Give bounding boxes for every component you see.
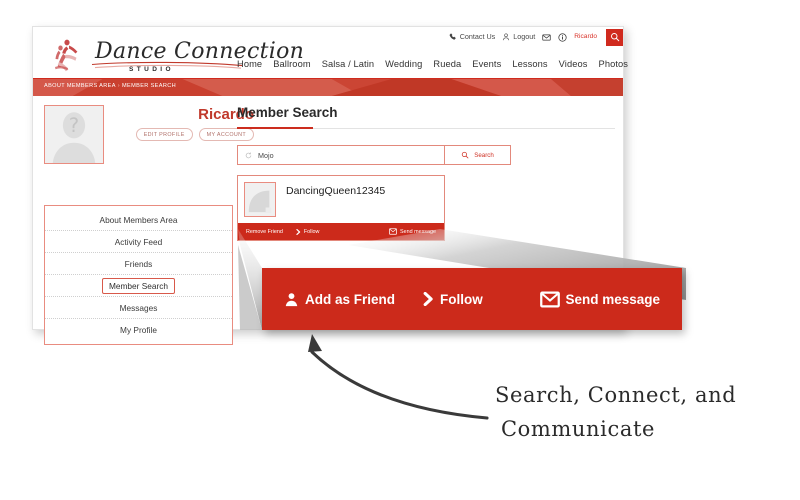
search-input[interactable]: Mojo bbox=[238, 146, 444, 164]
logout-label: Logout bbox=[513, 32, 536, 42]
phone-icon bbox=[449, 33, 457, 41]
edit-profile-button[interactable]: EDIT PROFILE bbox=[135, 128, 193, 141]
send-message-label-large: Send message bbox=[565, 291, 660, 307]
user-add-icon bbox=[284, 292, 299, 307]
remove-friend-label: Remove Friend bbox=[246, 228, 283, 235]
member-result-card: DancingQueen12345 Remove Friend Follow S… bbox=[237, 175, 445, 241]
user-icon bbox=[502, 33, 510, 41]
sidebar-item-about-members-area[interactable]: About Members Area bbox=[45, 209, 232, 231]
breadcrumb-band: ABOUT MEMBERS AREA › MEMBER SEARCH bbox=[33, 79, 623, 96]
add-as-friend-label: Add as Friend bbox=[305, 291, 396, 307]
current-user-link[interactable]: Ricardo bbox=[574, 32, 597, 41]
members-area-menu: About Members Area Activity Feed Friends… bbox=[44, 205, 233, 345]
messages-icon-link[interactable] bbox=[542, 33, 551, 42]
search-icon bbox=[610, 32, 620, 42]
user-placeholder-icon: ? bbox=[45, 106, 103, 163]
chevron-right-icon bbox=[423, 292, 434, 306]
dancers-icon bbox=[49, 36, 93, 81]
envelope-icon bbox=[542, 33, 551, 42]
sidebar-item-messages[interactable]: Messages bbox=[45, 297, 232, 319]
site-search-button[interactable] bbox=[606, 28, 623, 46]
member-search-bar: Mojo Search bbox=[237, 145, 511, 165]
search-icon bbox=[461, 151, 469, 159]
sidebar-item-member-search[interactable]: Member Search bbox=[45, 275, 232, 297]
sidebar-item-label: Member Search bbox=[101, 277, 176, 294]
info-icon bbox=[558, 32, 567, 42]
breadcrumb: ABOUT MEMBERS AREA › MEMBER SEARCH bbox=[33, 79, 623, 89]
annotation-line-1: Search, Connect, and bbox=[495, 383, 737, 407]
refresh-icon bbox=[245, 152, 252, 159]
utility-bar: Contact Us Logout Ricardo bbox=[449, 27, 623, 47]
logout-link[interactable]: Logout bbox=[502, 33, 535, 41]
send-message-button[interactable]: Send message bbox=[389, 228, 436, 235]
sidebar-item-label: Activity Feed bbox=[114, 236, 163, 247]
send-message-label: Send message bbox=[400, 228, 436, 235]
sidebar-item-label: About Members Area bbox=[99, 214, 178, 225]
section-title-underline bbox=[233, 127, 615, 129]
search-submit-label: Search bbox=[474, 151, 494, 159]
member-result-header: DancingQueen12345 bbox=[238, 176, 444, 223]
my-account-button[interactable]: MY ACCOUNT bbox=[198, 128, 254, 141]
breadcrumb-parent[interactable]: ABOUT MEMBERS AREA bbox=[44, 83, 116, 89]
sidebar-item-friends[interactable]: Friends bbox=[45, 253, 232, 275]
profile-actions: EDIT PROFILE MY ACCOUNT bbox=[119, 128, 254, 141]
envelope-icon bbox=[540, 291, 561, 308]
sidebar-item-label: Messages bbox=[119, 302, 158, 313]
nav-item-events[interactable]: Events bbox=[472, 59, 501, 69]
follow-button-large[interactable]: Follow bbox=[423, 292, 483, 307]
current-user-label: Ricardo bbox=[574, 32, 597, 40]
remove-friend-button[interactable]: Remove Friend bbox=[246, 229, 283, 235]
sidebar-item-label: Friends bbox=[124, 258, 153, 269]
info-icon-link[interactable] bbox=[558, 32, 567, 42]
annotation-text: Search, Connect, and Communicate bbox=[495, 378, 785, 446]
member-username[interactable]: DancingQueen12345 bbox=[286, 182, 385, 197]
sidebar-item-label: My Profile bbox=[120, 325, 157, 335]
envelope-icon bbox=[389, 228, 397, 235]
nav-item-home[interactable]: Home bbox=[237, 59, 262, 69]
sidebar-item-my-profile[interactable]: My Profile bbox=[45, 319, 232, 341]
follow-button[interactable]: Follow bbox=[296, 228, 320, 235]
follow-label: Follow bbox=[303, 228, 320, 235]
main-navigation: Home Ballroom Salsa / Latin Wedding Rued… bbox=[237, 53, 628, 75]
site-logo[interactable]: Dance Connection STUDIO bbox=[43, 35, 304, 77]
image-placeholder-icon bbox=[245, 183, 275, 216]
search-submit-button[interactable]: Search bbox=[444, 146, 510, 164]
screenshot-stage: Contact Us Logout Ricardo Dance Connecti… bbox=[0, 0, 800, 500]
follow-label-large: Follow bbox=[440, 291, 483, 307]
nav-item-wedding[interactable]: Wedding bbox=[385, 59, 422, 69]
chevron-right-icon bbox=[296, 228, 301, 235]
curved-arrow-icon bbox=[308, 334, 489, 420]
contact-us-link[interactable]: Contact Us bbox=[449, 32, 496, 42]
member-thumbnail[interactable] bbox=[244, 182, 276, 217]
search-input-value: Mojo bbox=[258, 150, 274, 160]
annotation-line-2: Communicate bbox=[501, 417, 656, 442]
send-message-button-large[interactable]: Send message bbox=[540, 291, 660, 308]
nav-item-ballroom[interactable]: Ballroom bbox=[273, 59, 310, 69]
avatar[interactable]: ? bbox=[44, 105, 104, 164]
section-title: Member Search bbox=[237, 105, 338, 120]
contact-us-label: Contact Us bbox=[459, 32, 496, 42]
breadcrumb-current: MEMBER SEARCH bbox=[122, 83, 176, 89]
sidebar-item-activity-feed[interactable]: Activity Feed bbox=[45, 231, 232, 253]
magnified-action-bar: Add as Friend Follow Send message bbox=[262, 268, 682, 330]
member-action-bar: Remove Friend Follow Send message bbox=[238, 223, 444, 240]
svg-text:?: ? bbox=[69, 114, 79, 137]
nav-item-photos[interactable]: Photos bbox=[599, 59, 629, 69]
add-as-friend-button[interactable]: Add as Friend bbox=[284, 292, 395, 307]
main-content: Member Search Mojo Search DancingQueen12… bbox=[233, 96, 615, 241]
logo-sub-text: STUDIO bbox=[129, 66, 174, 73]
nav-item-lessons[interactable]: Lessons bbox=[512, 59, 547, 69]
nav-item-videos[interactable]: Videos bbox=[559, 59, 588, 69]
nav-item-salsa-latin[interactable]: Salsa / Latin bbox=[322, 59, 374, 69]
nav-item-rueda[interactable]: Rueda bbox=[433, 59, 461, 69]
